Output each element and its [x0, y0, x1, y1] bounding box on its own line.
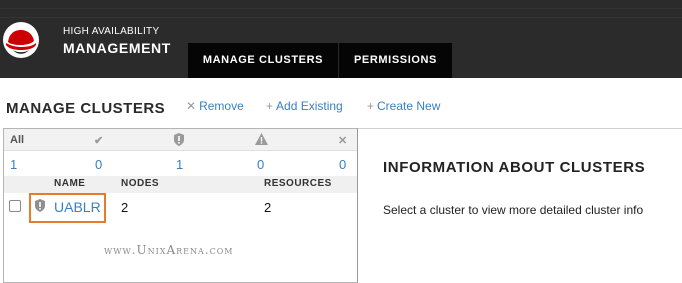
column-name: NAME [54, 178, 86, 189]
page-header: MANAGE CLUSTERS ✕ Remove + Add Existing + C… [0, 78, 682, 128]
product-name: HIGH AVAILABILITY MANAGEMENT [63, 26, 171, 57]
table-row[interactable]: UABLR 2 2 [4, 193, 357, 223]
plus-icon: + [266, 99, 274, 113]
plus-icon: + [367, 99, 375, 113]
filter-all[interactable]: All [10, 134, 24, 146]
top-header: HIGH AVAILABILITY MANAGEMENT MANAGE CLUS… [0, 0, 682, 78]
cluster-list-panel: All ✔ ✕ 1 0 1 0 0 NAME NODES RESOURCES U… [3, 128, 358, 283]
status-filter-bar: All ✔ ✕ [4, 129, 357, 151]
count-all[interactable]: 1 [10, 157, 17, 172]
error-icon[interactable]: ✕ [338, 134, 347, 147]
header-texture-line [0, 17, 682, 18]
info-title: INFORMATION ABOUT CLUSTERS [383, 159, 646, 176]
status-count-row: 1 0 1 0 0 [4, 152, 357, 176]
info-text: Select a cluster to view more detailed c… [383, 203, 644, 217]
watermark: www.UnixArena.com [104, 243, 234, 257]
add-existing-label: Add Existing [276, 99, 343, 113]
redhat-logo-icon [3, 22, 39, 58]
column-resources: RESOURCES [264, 178, 332, 189]
page-title: MANAGE CLUSTERS [6, 100, 166, 117]
cluster-info-panel: INFORMATION ABOUT CLUSTERS Select a clus… [358, 128, 682, 283]
cluster-name-link[interactable]: UABLR [54, 199, 101, 215]
cluster-resources: 2 [264, 200, 272, 215]
column-nodes: NODES [121, 178, 160, 189]
add-existing-button[interactable]: + Add Existing [266, 99, 343, 113]
ok-icon[interactable]: ✔ [94, 134, 103, 147]
count-error[interactable]: 0 [339, 157, 346, 172]
tab-permissions[interactable]: PERMISSIONS [339, 43, 452, 78]
count-warning[interactable]: 0 [257, 157, 264, 172]
product-line2: MANAGEMENT [63, 40, 171, 56]
row-select-checkbox[interactable] [9, 200, 21, 212]
tab-manage-clusters[interactable]: MANAGE CLUSTERS [188, 43, 338, 78]
warning-icon[interactable] [255, 133, 268, 145]
remove-label: Remove [199, 99, 244, 113]
header-texture-line [0, 8, 682, 9]
table-header: NAME NODES RESOURCES [4, 176, 357, 193]
create-new-button[interactable]: + Create New [367, 99, 440, 113]
remove-button[interactable]: ✕ Remove [186, 99, 244, 113]
shield-icon [35, 199, 45, 212]
count-shield[interactable]: 1 [176, 157, 183, 172]
count-ok[interactable]: 0 [95, 157, 102, 172]
create-new-label: Create New [377, 99, 441, 113]
product-line1: HIGH AVAILABILITY [63, 26, 160, 37]
shield-icon[interactable] [174, 133, 184, 146]
cluster-nodes: 2 [121, 200, 129, 215]
remove-icon: ✕ [186, 99, 197, 113]
